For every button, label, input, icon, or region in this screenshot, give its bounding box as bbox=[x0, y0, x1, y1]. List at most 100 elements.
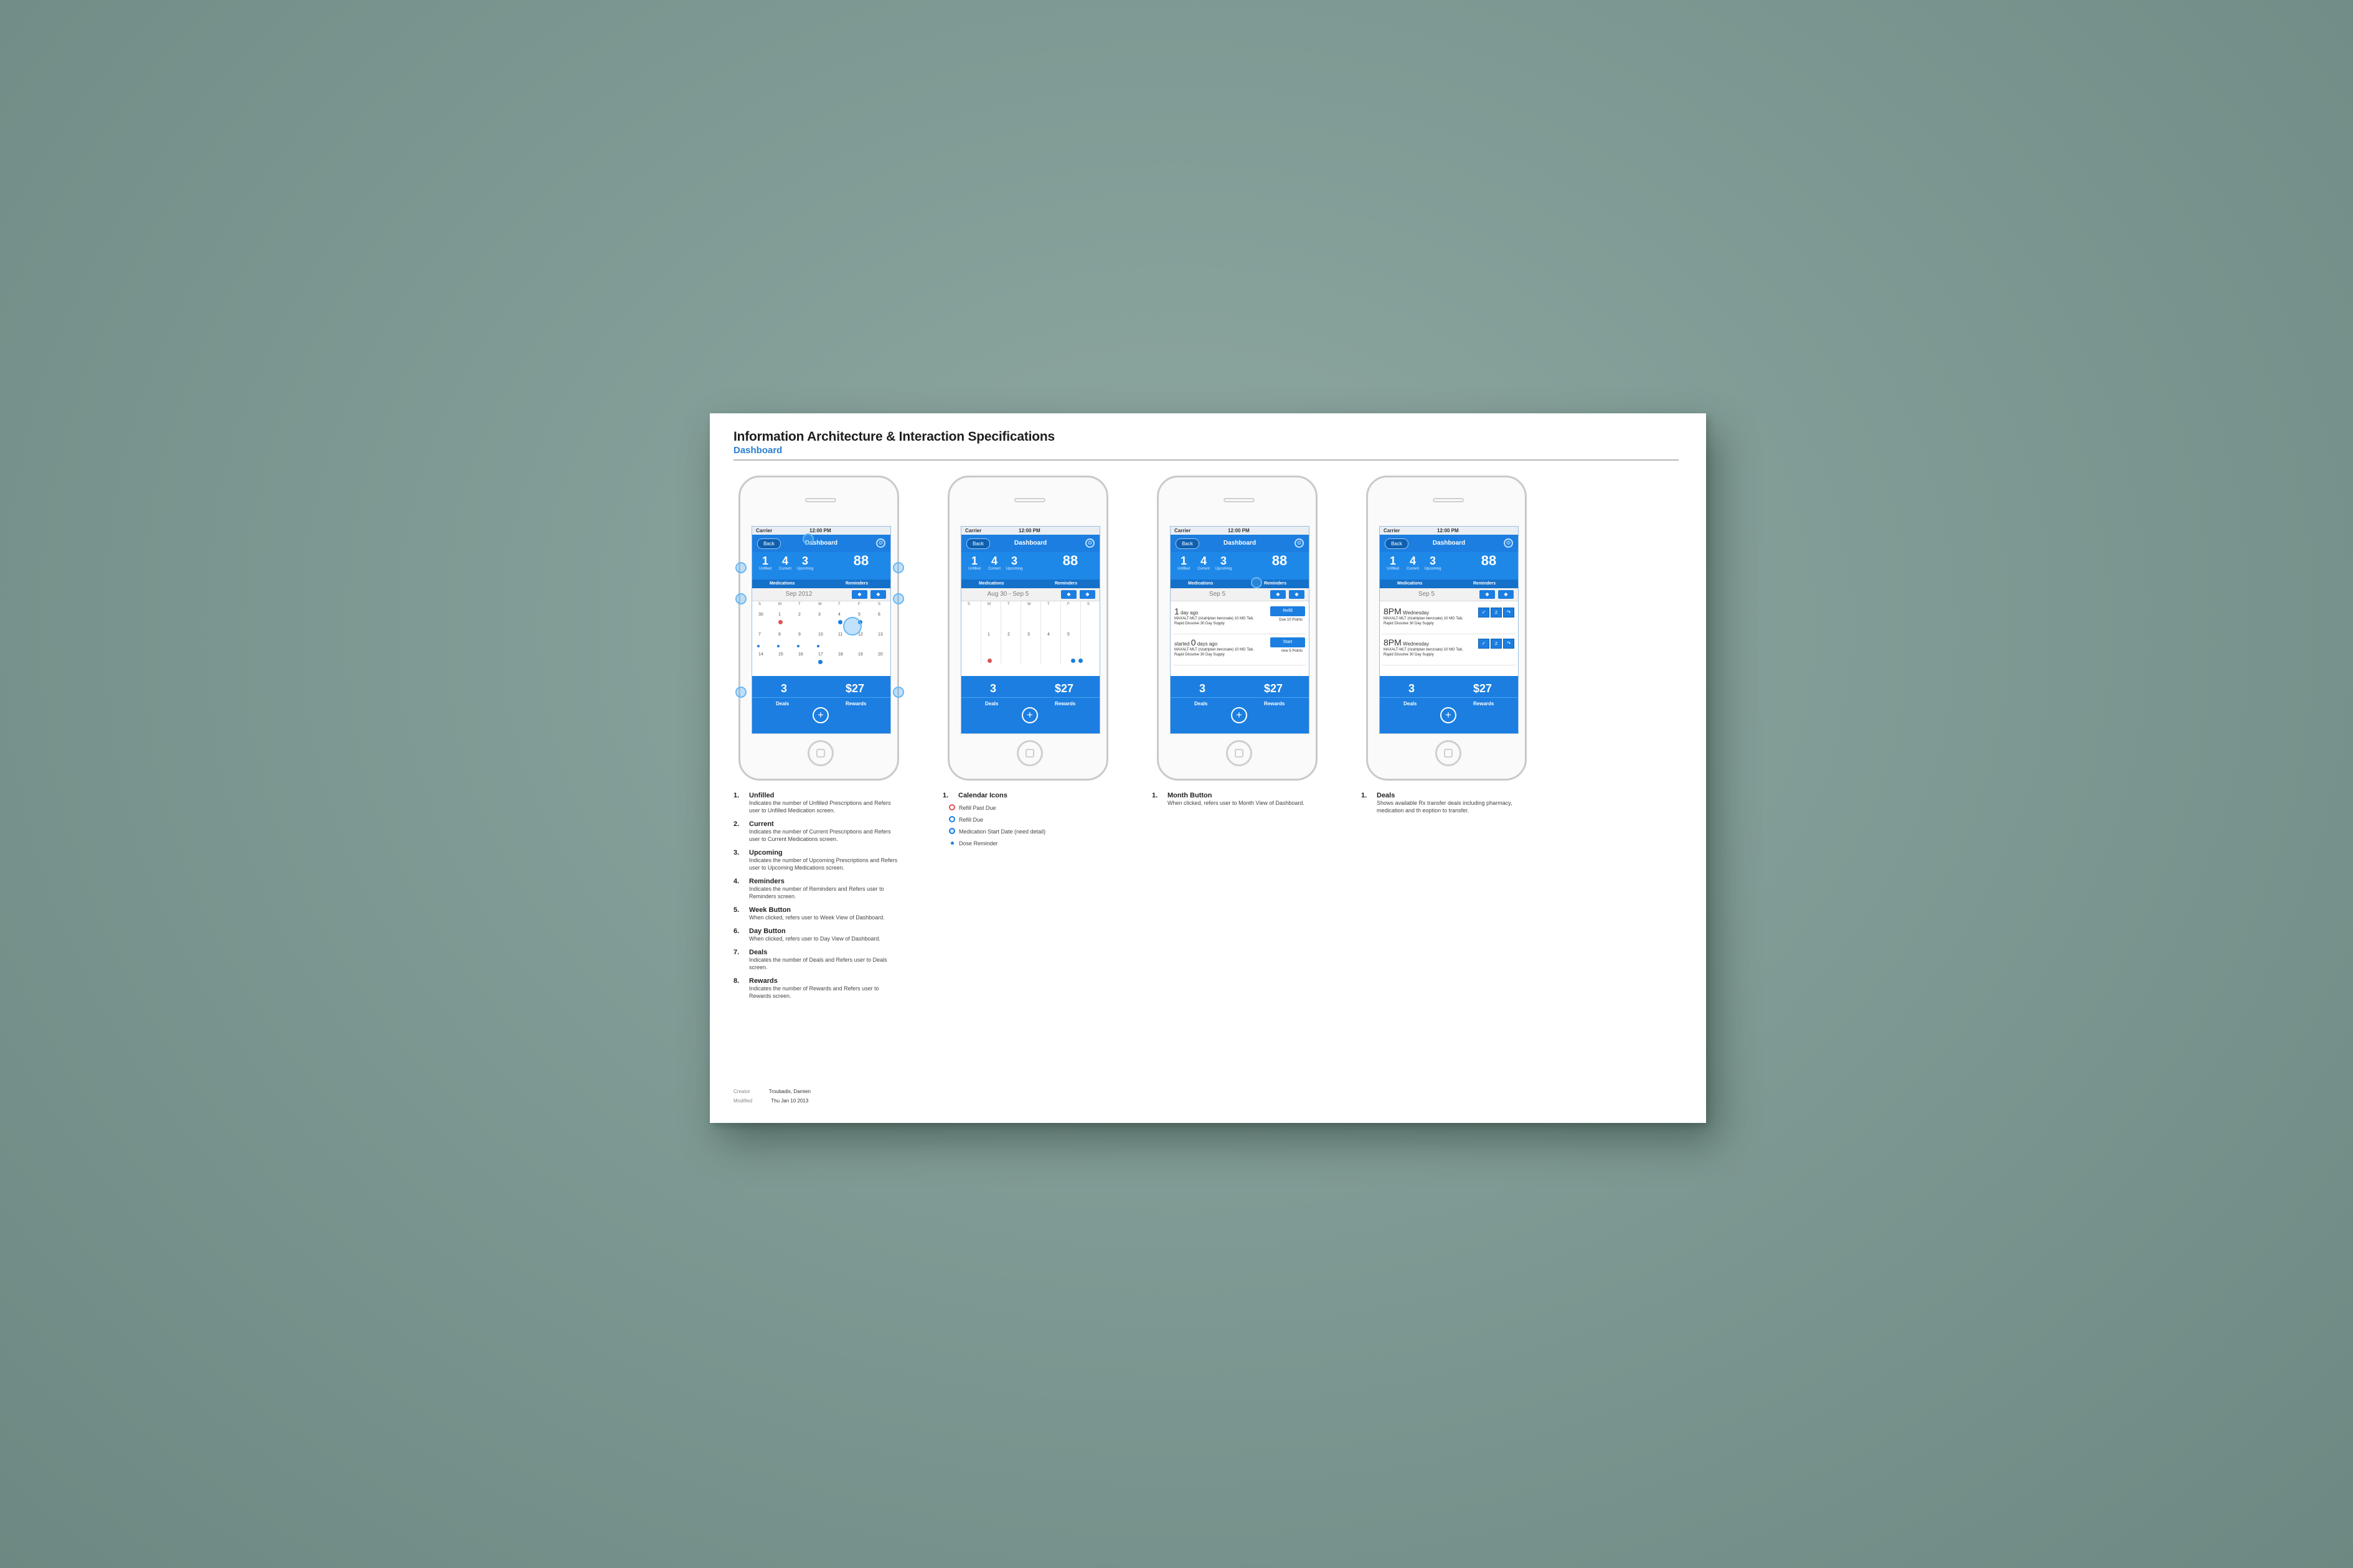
tab-reminders[interactable]: Reminders bbox=[1264, 581, 1286, 586]
gear-icon[interactable]: ⚙ bbox=[1085, 538, 1095, 548]
start-button[interactable]: Start bbox=[1270, 637, 1305, 647]
calendar-day[interactable]: 2 bbox=[798, 613, 801, 617]
dose-reminder-icon[interactable] bbox=[777, 645, 780, 647]
rewards-label[interactable]: Rewards bbox=[1473, 701, 1494, 707]
calendar-day[interactable]: 18 bbox=[838, 652, 843, 657]
deals-count[interactable]: 3 bbox=[781, 682, 787, 695]
tab-reminders[interactable]: Reminders bbox=[1055, 581, 1077, 586]
gear-icon[interactable]: ⚙ bbox=[1504, 538, 1513, 548]
upcoming-stat[interactable]: 3 Upcoming bbox=[796, 555, 814, 571]
calendar-day[interactable]: 10 bbox=[818, 632, 823, 637]
snooze-icon[interactable]: z bbox=[1491, 639, 1502, 649]
add-button[interactable]: + bbox=[1231, 707, 1247, 723]
calendar-day[interactable]: 4 bbox=[838, 613, 841, 617]
check-icon[interactable]: ✓ bbox=[1478, 608, 1489, 617]
reminders-stat[interactable]: 88 bbox=[1055, 554, 1086, 568]
unfilled-stat[interactable]: 1 Unfilled bbox=[965, 555, 984, 571]
month-button[interactable]: ◆ bbox=[1479, 590, 1495, 599]
rewards-label[interactable]: Rewards bbox=[846, 701, 866, 707]
day-button[interactable]: ◆ bbox=[870, 590, 886, 599]
rewards-amount[interactable]: $27 bbox=[1055, 682, 1073, 695]
rewards-label[interactable]: Rewards bbox=[1264, 701, 1285, 707]
calendar-day[interactable]: 6 bbox=[878, 613, 880, 617]
month-button[interactable]: ◆ bbox=[1270, 590, 1286, 599]
skip-icon[interactable]: ↷ bbox=[1503, 608, 1514, 617]
week-button[interactable]: ◆ bbox=[1289, 590, 1304, 599]
calendar-day[interactable]: 5 bbox=[1067, 632, 1070, 637]
reminders-stat[interactable]: 88 bbox=[1264, 554, 1295, 568]
refill-past-due-icon[interactable] bbox=[988, 659, 992, 663]
calendar-day[interactable]: 4 bbox=[1047, 632, 1050, 637]
day-button[interactable]: ◆ bbox=[1080, 590, 1095, 599]
deals-label[interactable]: Deals bbox=[985, 701, 998, 707]
calendar-day[interactable]: 5 bbox=[858, 613, 861, 617]
calendar-day[interactable]: 15 bbox=[778, 652, 783, 657]
deals-count[interactable]: 3 bbox=[1408, 682, 1415, 695]
unfilled-stat[interactable]: 1 Unfilled bbox=[756, 555, 775, 571]
rewards-amount[interactable]: $27 bbox=[1473, 682, 1492, 695]
calendar-day[interactable]: 20 bbox=[878, 652, 883, 657]
calendar-day[interactable]: 1 bbox=[778, 613, 781, 617]
refill-past-due-icon[interactable] bbox=[778, 620, 783, 624]
calendar-day[interactable]: 8 bbox=[778, 632, 781, 637]
upcoming-stat[interactable]: 3 Upcoming bbox=[1005, 555, 1024, 571]
dose-reminder-icon[interactable] bbox=[817, 645, 819, 647]
refill-due-icon[interactable] bbox=[1071, 659, 1075, 663]
tab-reminders[interactable]: Reminders bbox=[1473, 581, 1496, 586]
refill-due-icon[interactable] bbox=[838, 620, 842, 624]
deals-label[interactable]: Deals bbox=[776, 701, 789, 707]
tab-medications[interactable]: Medications bbox=[770, 581, 795, 586]
dose-reminder-icon[interactable] bbox=[757, 645, 760, 647]
tab-reminders[interactable]: Reminders bbox=[846, 581, 868, 586]
week-button[interactable]: ◆ bbox=[852, 590, 867, 599]
gear-icon[interactable]: ⚙ bbox=[1294, 538, 1304, 548]
reminders-stat[interactable]: 88 bbox=[846, 554, 877, 568]
calendar-day[interactable]: 2 bbox=[1007, 632, 1010, 637]
unfilled-stat[interactable]: 1 Unfilled bbox=[1384, 555, 1402, 571]
deals-count[interactable]: 3 bbox=[990, 682, 996, 695]
snooze-icon[interactable]: z bbox=[1491, 608, 1502, 617]
upcoming-stat[interactable]: 3 Upcoming bbox=[1214, 555, 1233, 571]
rewards-amount[interactable]: $27 bbox=[1264, 682, 1283, 695]
deals-count[interactable]: 3 bbox=[1199, 682, 1205, 695]
month-button[interactable]: ◆ bbox=[1061, 590, 1077, 599]
current-stat[interactable]: 4 Current bbox=[1194, 555, 1213, 571]
calendar-day[interactable]: 16 bbox=[798, 652, 803, 657]
week-button[interactable]: ◆ bbox=[1498, 590, 1514, 599]
calendar-day[interactable]: 3 bbox=[818, 613, 821, 617]
calendar-day[interactable]: 17 bbox=[818, 652, 823, 657]
tab-medications[interactable]: Medications bbox=[1397, 581, 1422, 586]
refill-button[interactable]: Refill bbox=[1270, 606, 1305, 616]
calendar-day[interactable]: 19 bbox=[858, 652, 863, 657]
list-item[interactable]: 8PM Wednesday MAXALT-MLT (rizatriptan be… bbox=[1382, 635, 1516, 665]
list-item[interactable]: 8PM Wednesday MAXALT-MLT (rizatriptan be… bbox=[1382, 604, 1516, 634]
dose-reminder-icon[interactable] bbox=[797, 645, 799, 647]
calendar-day[interactable]: 7 bbox=[758, 632, 761, 637]
calendar-day[interactable]: 13 bbox=[878, 632, 883, 637]
add-button[interactable]: + bbox=[813, 707, 829, 723]
list-item[interactable]: 1 day ago MAXALT-MLT (rizatriptan benzoa… bbox=[1173, 604, 1306, 634]
skip-icon[interactable]: ↷ bbox=[1503, 639, 1514, 649]
calendar-day[interactable]: 1 bbox=[988, 632, 990, 637]
medication-start-icon[interactable] bbox=[818, 660, 823, 664]
calendar-day[interactable]: 30 bbox=[758, 613, 763, 617]
deals-label[interactable]: Deals bbox=[1194, 701, 1207, 707]
current-stat[interactable]: 4 Current bbox=[776, 555, 795, 571]
rewards-label[interactable]: Rewards bbox=[1055, 701, 1075, 707]
list-item[interactable]: started 0 days ago MAXALT-MLT (rizatript… bbox=[1173, 635, 1306, 665]
check-icon[interactable]: ✓ bbox=[1478, 639, 1489, 649]
deals-label[interactable]: Deals bbox=[1403, 701, 1417, 707]
tab-medications[interactable]: Medications bbox=[979, 581, 1004, 586]
calendar-day[interactable]: 12 bbox=[858, 632, 863, 637]
upcoming-stat[interactable]: 3 Upcoming bbox=[1423, 555, 1442, 571]
add-button[interactable]: + bbox=[1022, 707, 1038, 723]
add-button[interactable]: + bbox=[1440, 707, 1456, 723]
calendar-day[interactable]: 9 bbox=[798, 632, 801, 637]
calendar-day[interactable]: 14 bbox=[758, 652, 763, 657]
current-stat[interactable]: 4 Current bbox=[1403, 555, 1422, 571]
rewards-amount[interactable]: $27 bbox=[846, 682, 864, 695]
calendar-day[interactable]: 3 bbox=[1027, 632, 1030, 637]
current-stat[interactable]: 4 Current bbox=[985, 555, 1004, 571]
unfilled-stat[interactable]: 1 Unfilled bbox=[1174, 555, 1193, 571]
tab-medications[interactable]: Medications bbox=[1188, 581, 1213, 586]
